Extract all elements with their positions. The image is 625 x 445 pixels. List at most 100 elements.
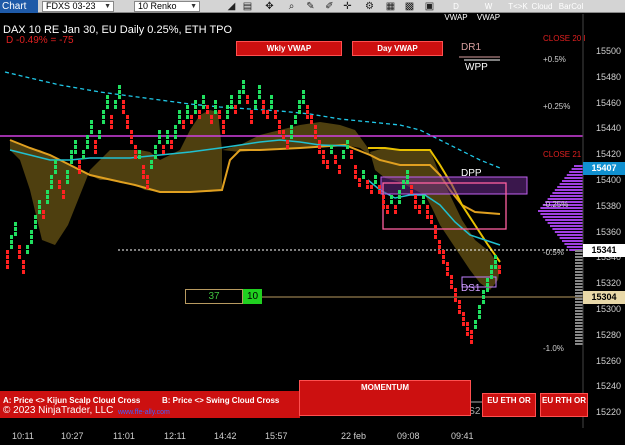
renko-brick-down — [182, 125, 185, 129]
swing-cross-label[interactable]: B: Price <> Swing Cloud Cross — [162, 396, 279, 405]
renko-brick-down — [42, 215, 45, 219]
renko-brick-up — [86, 135, 89, 139]
renko-brick-down — [22, 265, 25, 269]
renko-brick-up — [390, 195, 393, 199]
renko-brick-up — [214, 105, 217, 109]
renko-brick-up — [422, 195, 425, 199]
renko-brick-down — [462, 317, 465, 321]
renko-brick-up — [14, 232, 17, 236]
renko-brick-up — [482, 300, 485, 304]
renko-brick-down — [78, 165, 81, 169]
renko-brick-up — [90, 130, 93, 134]
renko-brick-up — [102, 120, 105, 124]
renko-brick-up — [302, 100, 305, 104]
renko-brick-down — [286, 145, 289, 149]
renko-brick-down — [122, 100, 125, 104]
renko-brick-up — [298, 105, 301, 109]
renko-brick-down — [366, 180, 369, 184]
renko-brick-down — [222, 120, 225, 124]
renko-brick-down — [218, 110, 221, 114]
copyright-text: © 2023 NinjaTrader, LLC — [3, 405, 114, 416]
price-tick-label: 15220 — [596, 407, 622, 418]
renko-brick-up — [154, 150, 157, 154]
renko-brick-up — [406, 175, 409, 179]
renko-brick-up — [294, 120, 297, 124]
renko-brick-down — [470, 340, 473, 344]
renko-brick-down — [126, 115, 129, 119]
renko-brick-down — [426, 210, 429, 214]
volume-profile-bar — [562, 180, 583, 182]
renko-brick-down — [354, 165, 357, 169]
volume-profile-bar — [575, 265, 583, 267]
renko-brick-down — [438, 245, 441, 249]
eu-eth-or-button[interactable]: EU ETH OR — [482, 393, 536, 417]
renko-brick-down — [446, 267, 449, 271]
day-vwap-button[interactable]: Day VWAP — [352, 41, 443, 56]
renko-brick-up — [298, 100, 301, 104]
renko-brick-down — [454, 298, 457, 302]
renko-brick-up — [258, 85, 261, 89]
eu-rth-or-button[interactable]: EU RTH OR — [540, 393, 588, 417]
renko-brick-down — [250, 110, 253, 114]
renko-brick-down — [326, 165, 329, 169]
renko-brick-up — [174, 125, 177, 129]
renko-brick-up — [166, 130, 169, 134]
renko-brick-down — [450, 285, 453, 289]
price-tick-label: 15440 — [596, 123, 622, 134]
volume-profile-bar — [575, 337, 583, 339]
renko-brick-down — [234, 105, 237, 109]
renko-brick-down — [322, 155, 325, 159]
price-tick-label: 15400 — [596, 175, 622, 185]
momentum-button[interactable]: MOMENTUM — [299, 380, 471, 416]
renko-brick-down — [334, 155, 337, 159]
volume-profile-bar — [542, 216, 583, 218]
volume-profile-bar — [547, 222, 583, 224]
renko-brick-up — [490, 270, 493, 274]
renko-brick-down — [378, 185, 381, 189]
renko-brick-up — [178, 120, 181, 124]
volume-profile-bar — [550, 225, 583, 227]
price-tick-label: 15480 — [596, 71, 622, 82]
renko-brick-down — [338, 165, 341, 169]
renko-brick-down — [442, 255, 445, 259]
time-tick-label: 10:27 — [61, 431, 84, 441]
renko-brick-up — [70, 155, 73, 159]
close-20-label: CLOSE 20 I — [543, 34, 586, 43]
renko-brick-down — [394, 205, 397, 209]
renko-brick-down — [110, 125, 113, 129]
renko-brick-up — [478, 305, 481, 309]
renko-brick-up — [174, 135, 177, 139]
volume-profile-bar — [575, 259, 583, 261]
volume-profile-bar — [575, 280, 583, 282]
renko-brick-up — [242, 90, 245, 94]
renko-brick-up — [258, 90, 261, 94]
time-tick-label: 11:01 — [113, 431, 135, 441]
wkly-vwap-button[interactable]: Wkly VWAP — [236, 41, 342, 56]
renko-brick-up — [102, 110, 105, 114]
renko-brick-up — [194, 105, 197, 109]
renko-brick-up — [186, 110, 189, 114]
renko-brick-down — [450, 275, 453, 279]
website-link[interactable]: www.ffe-ally.com — [118, 409, 170, 416]
price-chart[interactable] — [0, 0, 625, 445]
renko-brick-up — [494, 260, 497, 264]
renko-brick-down — [110, 115, 113, 119]
renko-brick-down — [146, 180, 149, 184]
renko-brick-up — [50, 185, 53, 189]
volume-profile-bar — [564, 177, 583, 179]
volume-profile-bar — [538, 210, 583, 212]
renko-brick-down — [146, 175, 149, 179]
renko-brick-up — [242, 85, 245, 89]
renko-brick-up — [74, 150, 77, 154]
renko-brick-down — [358, 178, 361, 182]
kijun-cross-label[interactable]: A: Price <> Kijun Scalp Cloud Cross — [3, 396, 140, 405]
volume-profile-bar — [575, 328, 583, 330]
renko-brick-down — [450, 280, 453, 284]
volume-profile-bar — [575, 322, 583, 324]
renko-brick-up — [114, 105, 117, 109]
renko-brick-down — [326, 160, 329, 164]
volume-profile-bar — [557, 234, 583, 236]
pct-minus-025-label: -0.25% — [543, 200, 569, 209]
renko-brick-down — [386, 210, 389, 214]
renko-brick-down — [414, 195, 417, 199]
